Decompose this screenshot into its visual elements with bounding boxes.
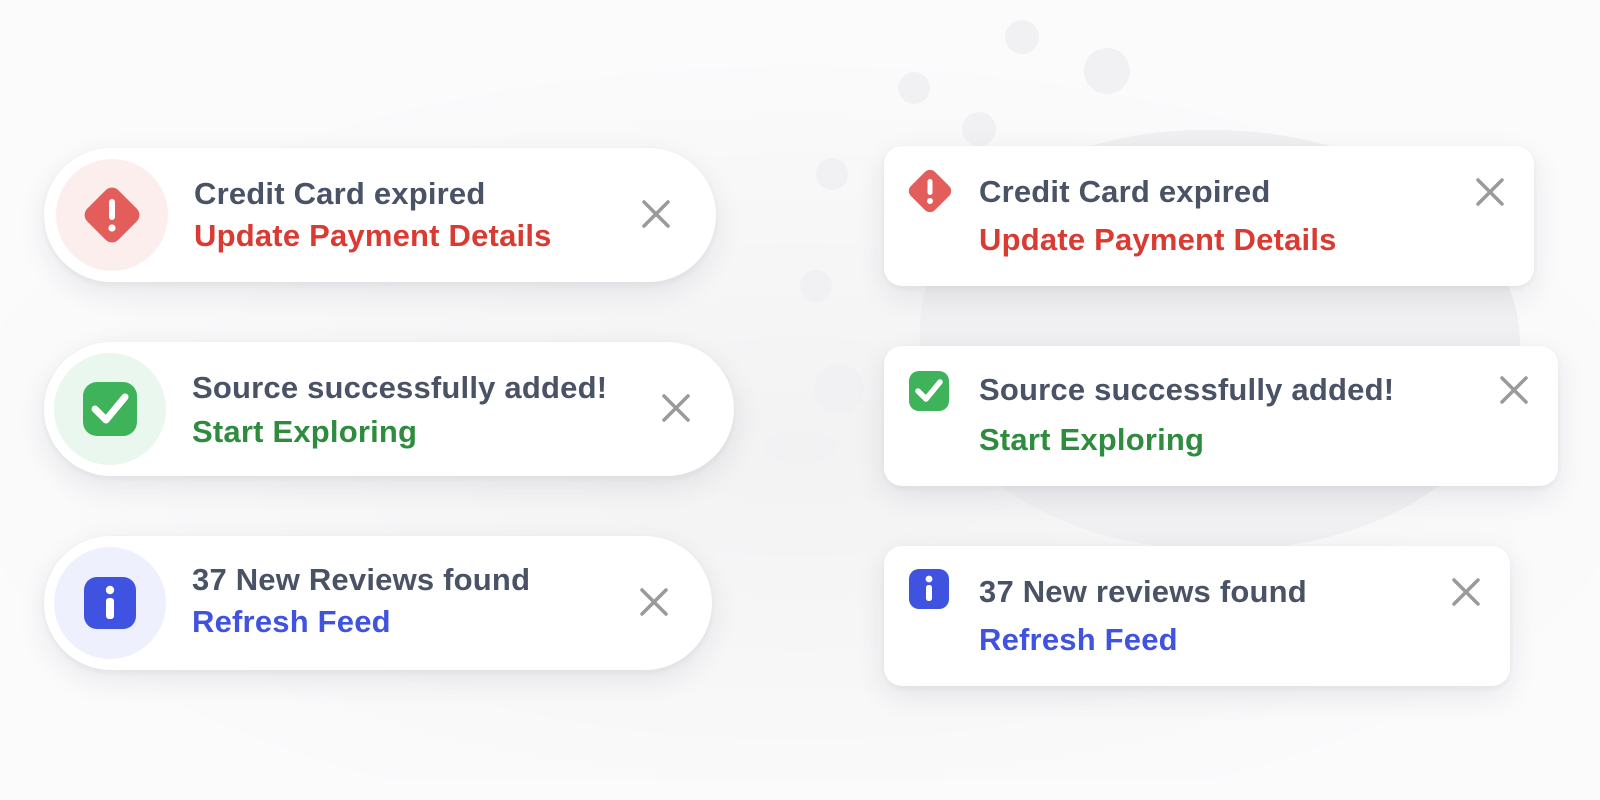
close-button[interactable] bbox=[656, 388, 696, 428]
alert-diamond-icon bbox=[84, 187, 140, 243]
background-dot bbox=[814, 364, 864, 414]
update-payment-link[interactable]: Update Payment Details bbox=[979, 222, 1337, 258]
toast-title: Source successfully added! bbox=[192, 370, 608, 405]
close-icon bbox=[642, 200, 670, 228]
refresh-feed-link[interactable]: Refresh Feed bbox=[192, 604, 391, 640]
toast-title: 37 New Reviews found bbox=[192, 562, 531, 597]
toast-showcase: Credit Card expired Update Payment Detai… bbox=[0, 0, 1600, 800]
success-toast-pill: Source successfully added! Start Explori… bbox=[44, 342, 734, 476]
close-button[interactable] bbox=[1446, 572, 1486, 612]
check-square-icon bbox=[909, 371, 949, 411]
info-toast-pill: 37 New Reviews found Refresh Feed bbox=[44, 536, 712, 670]
info-square-icon bbox=[84, 577, 136, 629]
close-icon bbox=[1476, 178, 1504, 206]
background-dot bbox=[800, 270, 832, 302]
close-button[interactable] bbox=[1470, 172, 1510, 212]
error-icon-badge bbox=[56, 159, 168, 271]
refresh-feed-link[interactable]: Refresh Feed bbox=[979, 622, 1178, 658]
success-icon-badge bbox=[54, 353, 166, 465]
error-toast-pill: Credit Card expired Update Payment Detai… bbox=[44, 148, 716, 282]
toast-title: Credit Card expired bbox=[194, 176, 486, 211]
close-button[interactable] bbox=[634, 582, 674, 622]
update-payment-link[interactable]: Update Payment Details bbox=[194, 218, 552, 254]
close-icon bbox=[640, 588, 668, 616]
close-icon bbox=[1500, 376, 1528, 404]
info-icon-badge bbox=[54, 547, 166, 659]
close-button[interactable] bbox=[1494, 370, 1534, 410]
toast-title: 37 New reviews found bbox=[979, 574, 1307, 609]
error-toast-card: Credit Card expired Update Payment Detai… bbox=[884, 146, 1534, 286]
toast-title: Source successfully added! bbox=[979, 372, 1395, 407]
info-toast-card: 37 New reviews found Refresh Feed bbox=[884, 546, 1510, 686]
close-button[interactable] bbox=[636, 194, 676, 234]
background-dot bbox=[1084, 48, 1130, 94]
background-dot bbox=[1005, 20, 1039, 54]
background-dot bbox=[898, 72, 930, 104]
start-exploring-link[interactable]: Start Exploring bbox=[192, 414, 417, 450]
toast-title: Credit Card expired bbox=[979, 174, 1271, 209]
close-icon bbox=[662, 394, 690, 422]
alert-diamond-icon bbox=[908, 169, 952, 213]
background-dot bbox=[816, 158, 848, 190]
info-square-icon bbox=[909, 569, 949, 609]
close-icon bbox=[1452, 578, 1480, 606]
check-square-icon bbox=[83, 382, 137, 436]
success-toast-card: Source successfully added! Start Explori… bbox=[884, 346, 1558, 486]
background-dot bbox=[962, 112, 996, 146]
start-exploring-link[interactable]: Start Exploring bbox=[979, 422, 1204, 458]
